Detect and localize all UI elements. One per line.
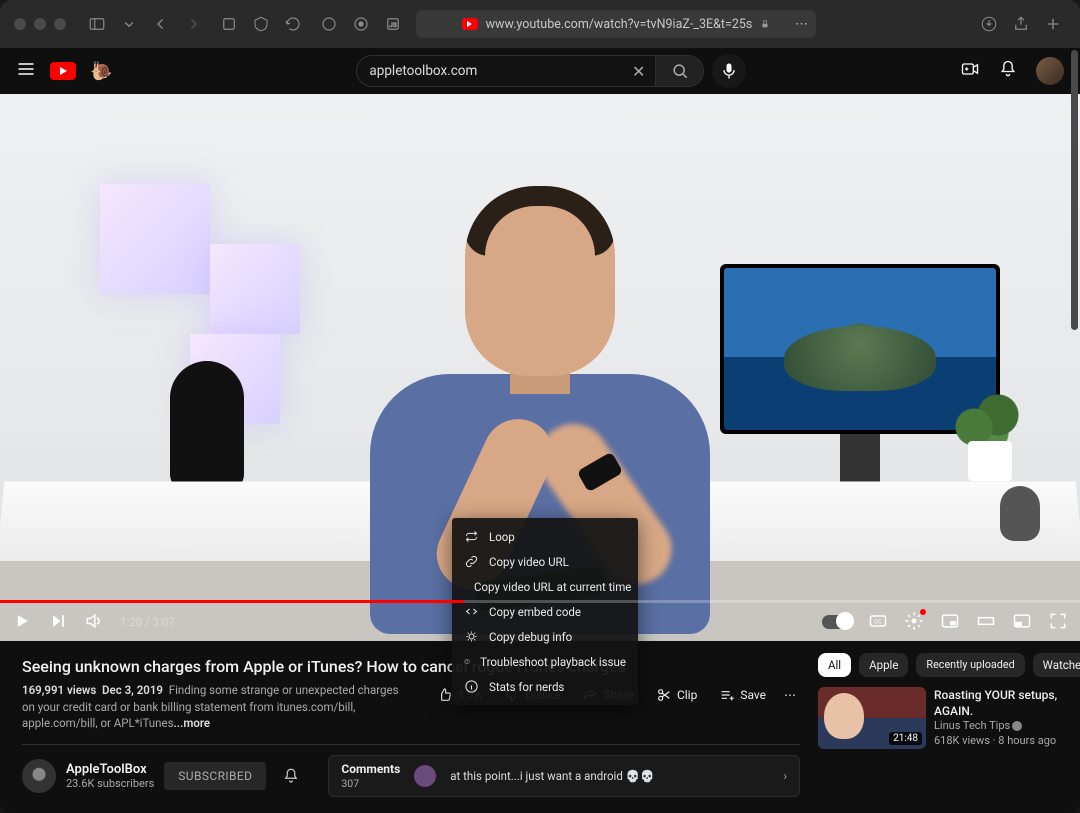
- comments-teaser[interactable]: Comments307 at this point...i just want …: [328, 755, 800, 797]
- recommended-thumbnail[interactable]: 21:48: [818, 687, 926, 749]
- theater-icon[interactable]: [976, 611, 996, 634]
- time-display: 1:20 / 3:07: [120, 615, 175, 629]
- downloads-icon[interactable]: [976, 11, 1002, 37]
- lock-icon: [760, 19, 770, 29]
- channel-subs: 23.6K subscribers: [66, 777, 154, 790]
- voice-search-icon[interactable]: [712, 54, 746, 88]
- video-title: Seeing unknown charges from Apple or iTu…: [22, 657, 800, 676]
- search-input[interactable]: appletoolbox.com ✕: [356, 55, 656, 87]
- context-stats[interactable]: Stats for nerds: [452, 674, 638, 699]
- extension-icon[interactable]: [248, 11, 274, 37]
- channel-name[interactable]: AppleToolBox: [66, 762, 154, 777]
- new-tab-icon[interactable]: [1040, 11, 1066, 37]
- verified-icon: [1012, 721, 1022, 731]
- next-icon[interactable]: [48, 611, 68, 634]
- video-meta: 169,991 views Dec 3, 2019 Finding some s…: [22, 682, 413, 732]
- save-button[interactable]: Save: [711, 682, 774, 708]
- top-comment: at this point...i just want a android 💀💀: [450, 769, 654, 783]
- browser-toolbar: JS www.youtube.com/watch?v=tvN9iaZ-_3E&t…: [0, 0, 1080, 48]
- chip-recent[interactable]: Recently uploaded: [916, 653, 1024, 677]
- volume-icon[interactable]: [84, 611, 104, 634]
- back-icon[interactable]: [148, 11, 174, 37]
- settings-icon[interactable]: [904, 611, 924, 634]
- duration-badge: 21:48: [889, 732, 922, 745]
- chip-watched[interactable]: Watched: [1033, 653, 1080, 677]
- close-window-icon[interactable]: [14, 18, 26, 30]
- chevron-down-icon[interactable]: [116, 11, 142, 37]
- notification-bell-icon[interactable]: [276, 761, 306, 791]
- autoplay-toggle[interactable]: [822, 615, 852, 629]
- extension-icon[interactable]: [348, 11, 374, 37]
- youtube-logo[interactable]: [50, 62, 76, 80]
- channel-avatar[interactable]: [22, 759, 56, 793]
- create-icon[interactable]: [960, 59, 980, 83]
- recommended-meta: 618K views · 8 hours ago: [934, 734, 1058, 749]
- svg-text:JS: JS: [389, 21, 397, 29]
- scrollbar[interactable]: [1071, 50, 1078, 330]
- youtube-header: 🐌 appletoolbox.com ✕: [0, 48, 1080, 94]
- pip-icon[interactable]: [1012, 611, 1032, 634]
- play-icon[interactable]: [12, 611, 32, 634]
- recommended-title: Roasting YOUR setups, AGAIN.: [934, 687, 1058, 719]
- context-loop[interactable]: Loop: [452, 524, 638, 549]
- extension-icon[interactable]: [216, 11, 242, 37]
- search-button[interactable]: [656, 55, 704, 87]
- svg-text:CC: CC: [874, 619, 882, 625]
- site-favicon-icon: [462, 18, 478, 30]
- chip-apple[interactable]: Apple: [859, 653, 908, 677]
- reload-icon[interactable]: [280, 11, 306, 37]
- recommended-channel: Linus Tech Tips: [934, 719, 1058, 734]
- context-copy-url-time[interactable]: Copy video URL at current time: [452, 574, 638, 599]
- video-player[interactable]: Loop Copy video URL Copy video URL at cu…: [0, 94, 1080, 641]
- menu-icon[interactable]: [16, 59, 36, 83]
- notifications-icon[interactable]: [998, 59, 1018, 83]
- sidebar-toggle-icon[interactable]: [84, 11, 110, 37]
- minimize-window-icon[interactable]: [34, 18, 46, 30]
- extension-icon[interactable]: JS: [380, 11, 406, 37]
- share-icon[interactable]: [1008, 11, 1034, 37]
- youtube-logo-icon: [50, 62, 76, 80]
- chip-all[interactable]: All: [818, 653, 851, 677]
- window-controls[interactable]: [14, 18, 66, 30]
- show-more-button[interactable]: ...more: [174, 716, 211, 730]
- forward-icon[interactable]: [180, 11, 206, 37]
- recommended-video[interactable]: 21:48 Roasting YOUR setups, AGAIN. Linus…: [818, 687, 1058, 749]
- clear-icon[interactable]: ✕: [632, 62, 645, 81]
- chevron-right-icon: ›: [784, 769, 787, 783]
- context-copy-url[interactable]: Copy video URL: [452, 549, 638, 574]
- address-bar[interactable]: www.youtube.com/watch?v=tvN9iaZ-_3E&t=25…: [416, 10, 816, 38]
- clip-button[interactable]: Clip: [648, 682, 705, 708]
- url-text: www.youtube.com/watch?v=tvN9iaZ-_3E&t=25…: [486, 17, 753, 32]
- search-input-value: appletoolbox.com: [369, 63, 477, 79]
- filter-chips: All Apple Recently uploaded Watched: [818, 653, 1058, 677]
- miniplayer-icon[interactable]: [940, 611, 960, 634]
- context-troubleshoot[interactable]: Troubleshoot playback issue: [452, 649, 638, 674]
- zoom-window-icon[interactable]: [54, 18, 66, 30]
- extension-icon[interactable]: [316, 11, 342, 37]
- subscribe-button[interactable]: SUBSCRIBED: [164, 762, 266, 790]
- more-actions-button[interactable]: ⋯: [780, 683, 800, 707]
- player-controls: 1:20 / 3:07 CC: [0, 603, 1080, 641]
- captions-icon[interactable]: CC: [868, 611, 888, 634]
- snail-emoji: 🐌: [90, 61, 112, 82]
- commenter-avatar: [414, 765, 436, 787]
- page-settings-icon[interactable]: ⋯: [795, 17, 808, 32]
- fullscreen-icon[interactable]: [1048, 611, 1068, 634]
- account-avatar[interactable]: [1036, 57, 1064, 85]
